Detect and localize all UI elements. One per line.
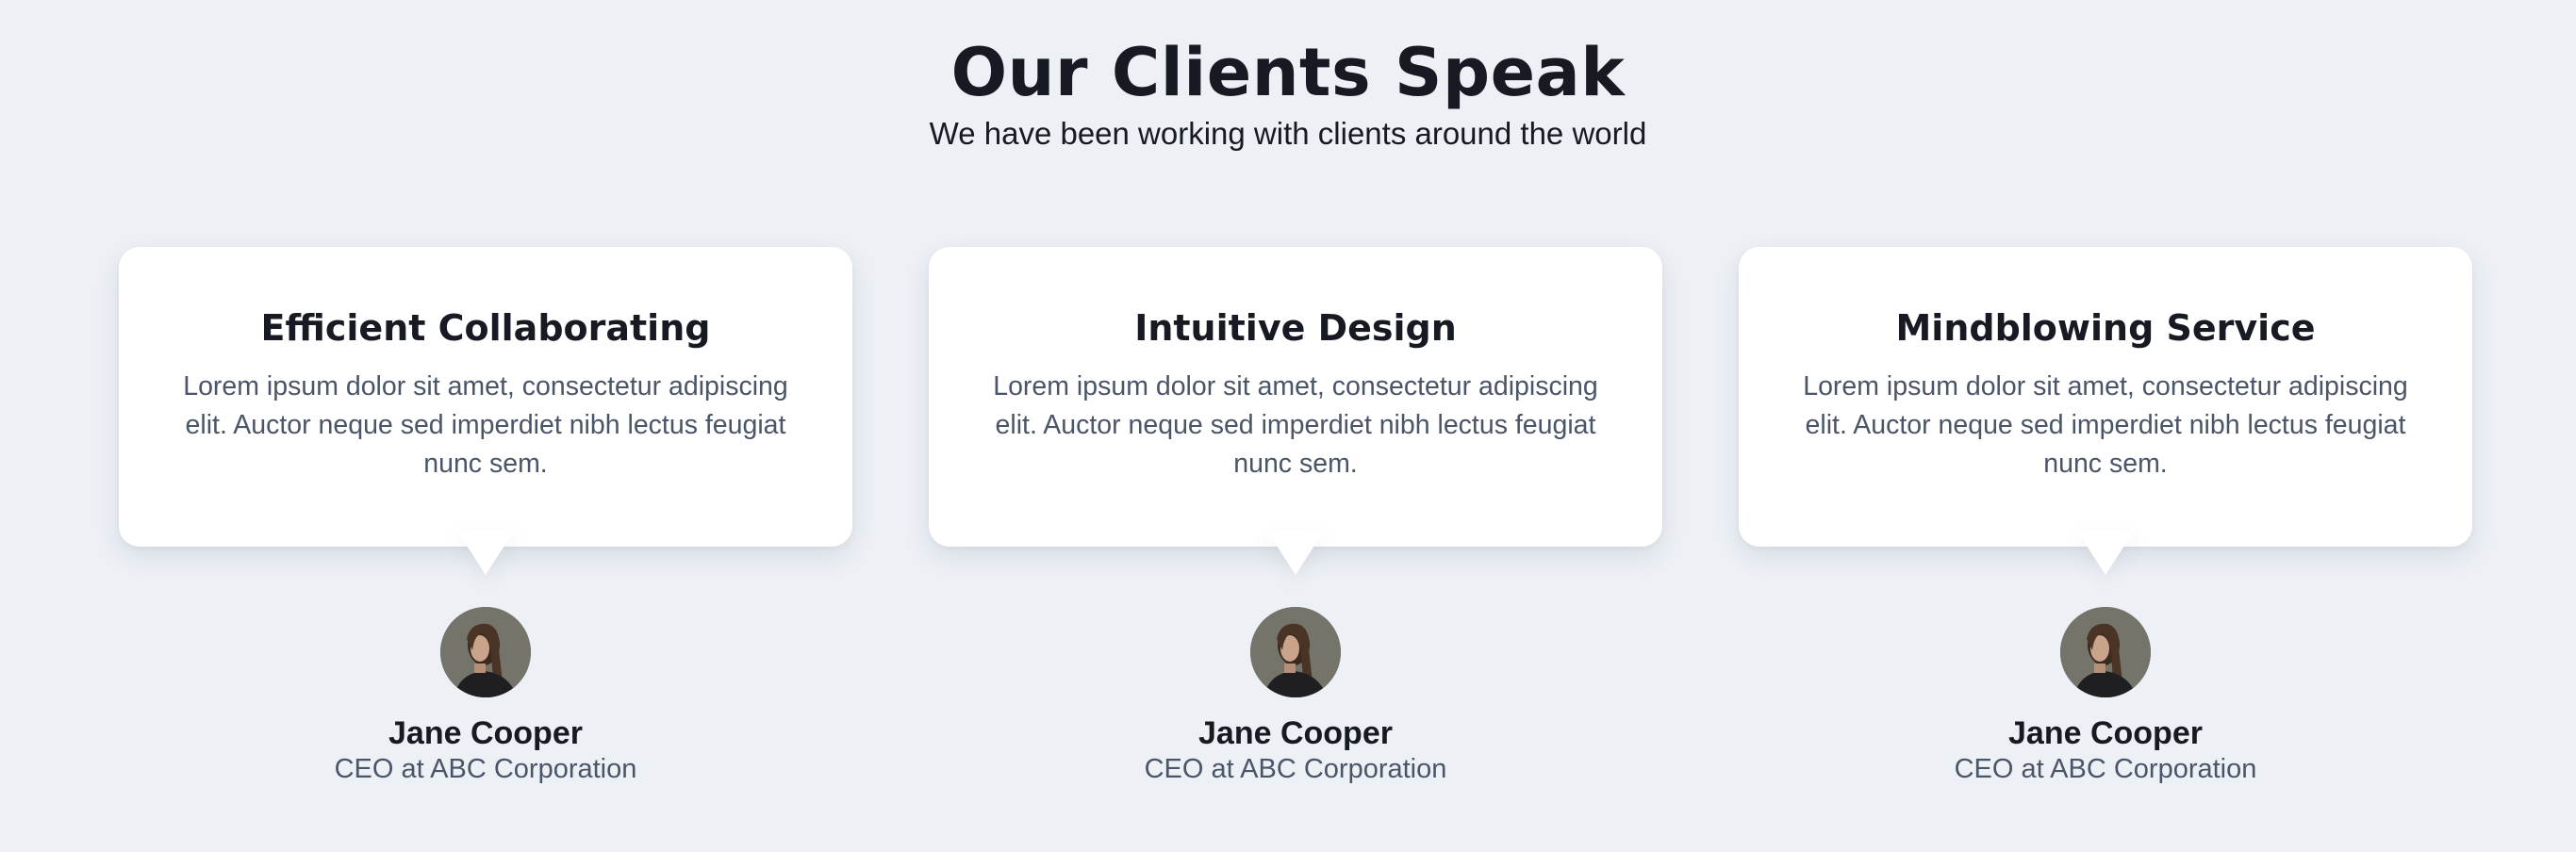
client-role: CEO at ABC Corporation [334, 754, 637, 784]
testimonial-heading: Intuitive Design [1134, 307, 1457, 349]
client-name: Jane Cooper [388, 715, 583, 751]
testimonial-card: Intuitive Design Lorem ipsum dolor sit a… [929, 247, 1662, 547]
speech-bubble-tail [456, 530, 515, 575]
speech-bubble-tail [1266, 530, 1325, 575]
person-photo-icon [2060, 607, 2151, 697]
person-photo-icon [440, 607, 531, 697]
testimonial-quote: Lorem ipsum dolor sit amet, consectetur … [183, 371, 788, 479]
testimonial-card: Mindblowing Service Lorem ipsum dolor si… [1739, 247, 2472, 547]
avatar [1250, 607, 1341, 697]
avatar [440, 607, 531, 697]
client-name: Jane Cooper [2008, 715, 2203, 751]
testimonial-column: Intuitive Design Lorem ipsum dolor sit a… [929, 247, 1662, 794]
avatar [2060, 607, 2151, 697]
testimonial-column: Mindblowing Service Lorem ipsum dolor si… [1739, 247, 2472, 794]
person-photo-icon [1250, 607, 1341, 697]
client-role: CEO at ABC Corporation [1144, 754, 1447, 784]
testimonials-row: Efficient Collaborating Lorem ipsum dolo… [0, 0, 2576, 852]
speech-bubble-tail [2076, 530, 2135, 575]
testimonial-heading: Efficient Collaborating [260, 307, 711, 349]
testimonial-card: Efficient Collaborating Lorem ipsum dolo… [119, 247, 852, 547]
client-role: CEO at ABC Corporation [1954, 754, 2257, 784]
testimonial-quote: Lorem ipsum dolor sit amet, consectetur … [1803, 371, 2408, 479]
testimonial-quote: Lorem ipsum dolor sit amet, consectetur … [993, 371, 1598, 479]
testimonial-column: Efficient Collaborating Lorem ipsum dolo… [119, 247, 852, 794]
client-name: Jane Cooper [1198, 715, 1393, 751]
testimonial-heading: Mindblowing Service [1895, 307, 2316, 349]
